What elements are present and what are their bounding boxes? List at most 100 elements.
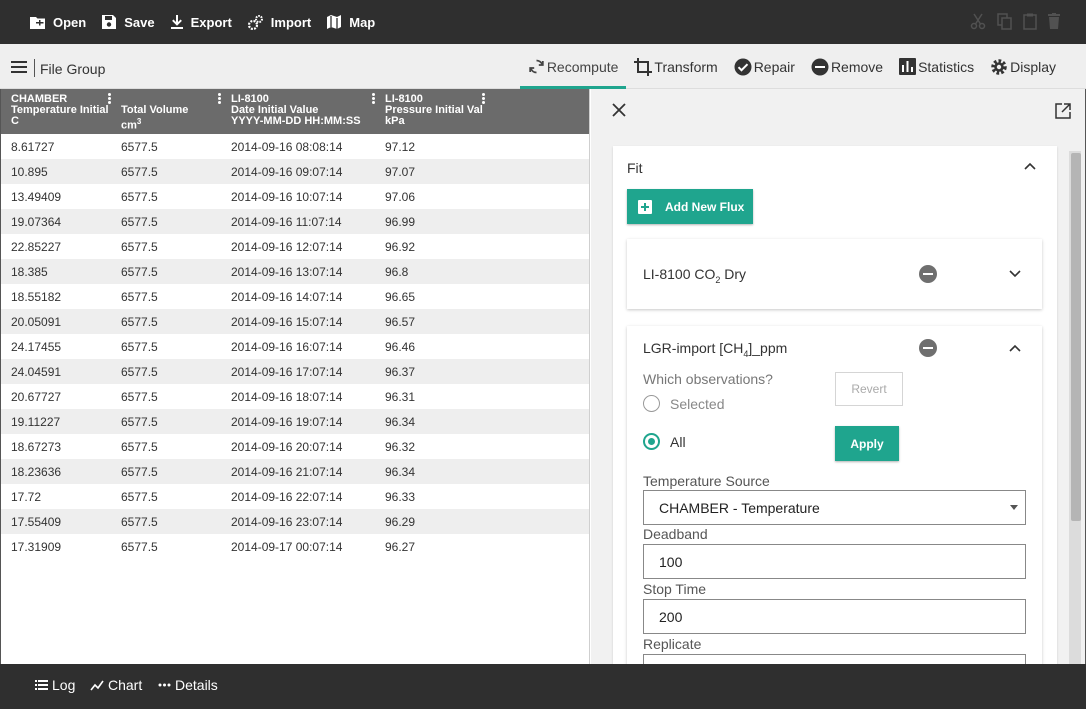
delete-icon[interactable] [1048, 13, 1060, 29]
table-cell: 6577.5 [121, 490, 158, 504]
table-row[interactable]: 20.67727 6577.5 2014-09-16 18:07:14 96.31 [1, 384, 589, 409]
tab-recompute[interactable]: Recompute [519, 44, 627, 89]
crop-icon [634, 57, 653, 76]
tab-display[interactable]: Display [982, 44, 1064, 89]
copy-icon[interactable] [997, 13, 1012, 30]
save-button[interactable]: Save [102, 15, 155, 30]
table-row[interactable]: 20.05091 6577.5 2014-09-16 15:07:14 96.57 [1, 309, 589, 334]
column-header-line: cm [121, 119, 137, 132]
table-cell: 20.67727 [11, 390, 62, 404]
remove-flux-icon[interactable] [919, 265, 937, 283]
column-header-superscript: 3 [136, 117, 142, 126]
flux-title-text: LGR-import [CH [643, 340, 744, 356]
paste-icon[interactable] [1023, 13, 1037, 30]
flux-title[interactable]: LGR-import [CH4]_ppm [643, 340, 787, 359]
radio-selected[interactable] [643, 395, 660, 412]
table-cell: 2014-09-17 00:07:14 [231, 540, 343, 554]
table-cell: 96.37 [385, 365, 416, 379]
tab-remove-label: Remove [830, 58, 884, 75]
chevron-down-icon[interactable] [1009, 270, 1021, 278]
column-header-temperature[interactable]: CHAMBER Temperature Initial C [11, 94, 111, 127]
table-row[interactable]: 18.385 6577.5 2014-09-16 13:07:14 96.8 [1, 259, 589, 284]
stop-time-label: Stop Time [643, 581, 707, 597]
table-row[interactable]: 24.17455 6577.5 2014-09-16 16:07:14 96.46 [1, 334, 589, 359]
import-button[interactable]: Import [247, 14, 311, 30]
map-button[interactable]: Map [327, 15, 375, 30]
revert-button[interactable]: Revert [835, 372, 903, 406]
stop-time-input[interactable]: 200 [643, 599, 1026, 634]
table-cell: 96.46 [385, 340, 416, 354]
table-row[interactable]: 17.72 6577.5 2014-09-16 22:07:14 96.33 [1, 484, 589, 509]
refresh-icon [529, 59, 544, 74]
table-cell: 2014-09-16 19:07:14 [231, 415, 343, 429]
divider [34, 59, 35, 77]
remove-flux-icon[interactable] [919, 339, 937, 357]
column-menu-icon[interactable] [218, 93, 221, 105]
table-row[interactable]: 19.11227 6577.5 2014-09-16 19:07:14 96.34 [1, 409, 589, 434]
top-toolbar: Open Save Export Import Map [0, 0, 1086, 44]
tab-statistics[interactable]: Statistics [891, 44, 982, 89]
details-button[interactable]: Details [158, 677, 218, 693]
flux-title[interactable]: LI-8100 CO2 Dry [643, 266, 746, 285]
apply-button[interactable]: Apply [835, 426, 899, 461]
table-row[interactable]: 18.67273 6577.5 2014-09-16 20:07:14 96.32 [1, 434, 589, 459]
column-menu-icon[interactable] [372, 93, 375, 105]
table-row[interactable]: 10.895 6577.5 2014-09-16 09:07:14 97.07 [1, 159, 589, 184]
tab-repair[interactable]: Repair [726, 44, 803, 89]
import-gears-icon [247, 14, 263, 30]
tab-transform-label: Transform [654, 58, 718, 75]
scrollbar-thumb[interactable] [1071, 153, 1081, 521]
table-cell: 96.8 [385, 265, 409, 279]
table-cell: 2014-09-16 09:07:14 [231, 165, 343, 179]
chevron-up-icon[interactable] [1024, 162, 1036, 170]
table-cell: 8.61727 [11, 140, 55, 154]
deadband-input[interactable]: 100 [643, 544, 1026, 579]
table-cell: 97.07 [385, 165, 416, 179]
table-cell: 2014-09-16 18:07:14 [231, 390, 343, 404]
file-group-label[interactable]: File Group [40, 61, 105, 77]
menu-icon[interactable] [11, 61, 27, 73]
column-header-line: CHAMBER [11, 94, 68, 105]
table-row[interactable]: 13.49409 6577.5 2014-09-16 10:07:14 97.06 [1, 184, 589, 209]
bottom-bar: Log Chart Details [0, 664, 1086, 709]
open-button[interactable]: Open [30, 15, 86, 30]
open-label: Open [53, 14, 87, 30]
log-button[interactable]: Log [35, 677, 75, 693]
replicate-input[interactable] [643, 654, 1026, 664]
open-in-new-icon[interactable] [1055, 103, 1071, 119]
bar-chart-icon [899, 58, 917, 75]
deadband-value: 100 [659, 553, 683, 570]
cut-icon[interactable] [970, 13, 986, 30]
table-cell: 6577.5 [121, 315, 158, 329]
column-menu-icon[interactable] [108, 93, 111, 105]
table-cell: 2014-09-16 10:07:14 [231, 190, 343, 204]
close-icon[interactable] [611, 102, 627, 118]
temperature-source-select[interactable]: CHAMBER - Temperature [643, 490, 1026, 525]
table-row[interactable]: 17.31909 6577.5 2014-09-17 00:07:14 96.27 [1, 534, 589, 559]
tab-display-label: Display [1010, 58, 1056, 75]
chevron-up-icon[interactable] [1009, 344, 1021, 352]
column-header-line: LI-8100 [231, 94, 269, 105]
column-header-date[interactable]: LI-8100 Date Initial Value YYYY-MM-DD HH… [231, 94, 371, 127]
tab-remove[interactable]: Remove [803, 44, 891, 89]
table-row[interactable]: 18.55182 6577.5 2014-09-16 14:07:14 96.65 [1, 284, 589, 309]
radio-all[interactable] [643, 433, 660, 450]
table-cell: 96.27 [385, 540, 416, 554]
column-header-pressure[interactable]: LI-8100 Pressure Initial Val kPa [385, 94, 485, 127]
replicate-label: Replicate [643, 636, 702, 652]
add-new-flux-button[interactable]: Add New Flux [627, 189, 753, 224]
table-cell: 6577.5 [121, 140, 158, 154]
column-header-volume[interactable]: Total Volume cm3 [121, 94, 221, 132]
column-menu-icon[interactable] [482, 93, 485, 105]
table-row[interactable]: 19.07364 6577.5 2014-09-16 11:07:14 96.99 [1, 209, 589, 234]
table-row[interactable]: 24.04591 6577.5 2014-09-16 17:07:14 96.37 [1, 359, 589, 384]
export-button[interactable]: Export [170, 15, 232, 30]
flux-title-text: ]_ppm [748, 340, 788, 356]
flux-card-co2: LI-8100 CO2 Dry [627, 239, 1042, 309]
tab-transform[interactable]: Transform [626, 44, 725, 89]
table-row[interactable]: 18.23636 6577.5 2014-09-16 21:07:14 96.34 [1, 459, 589, 484]
table-row[interactable]: 17.55409 6577.5 2014-09-16 23:07:14 96.29 [1, 509, 589, 534]
table-row[interactable]: 8.61727 6577.5 2014-09-16 08:08:14 97.12 [1, 134, 589, 159]
chart-button[interactable]: Chart [90, 677, 142, 693]
table-row[interactable]: 22.85227 6577.5 2014-09-16 12:07:14 96.92 [1, 234, 589, 259]
